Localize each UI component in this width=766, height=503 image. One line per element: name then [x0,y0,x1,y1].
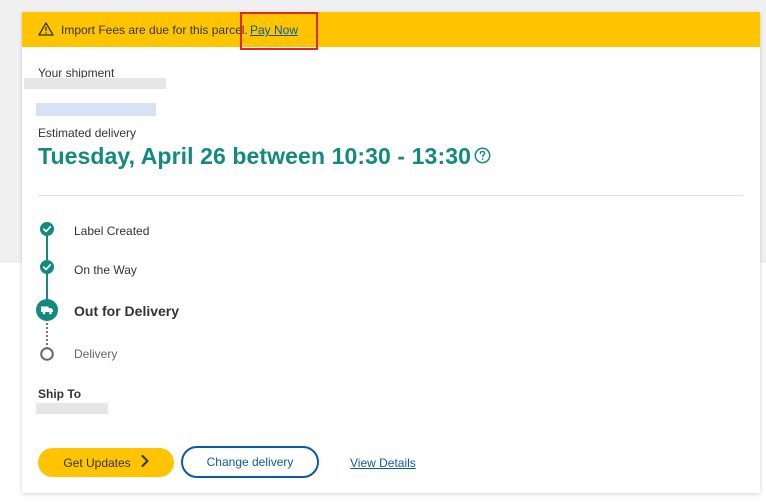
shipment-card: Import Fees are due for this parcel. Pay… [22,12,760,493]
get-updates-button[interactable]: Get Updates [38,448,174,477]
timeline-step-on-the-way: On the Way [74,263,137,277]
estimated-delivery-label: Estimated delivery [38,126,137,140]
help-icon[interactable] [474,147,491,169]
pay-now-highlight [240,12,318,50]
timeline-step-label-created: Label Created [74,224,150,238]
redacted-ship-to-address [36,403,108,414]
timeline-step-delivery: Delivery [74,347,118,361]
ship-to-label: Ship To [38,387,82,401]
delivery-truck-icon [36,299,58,326]
redacted-tracking-number [24,78,166,89]
import-fees-banner: Import Fees are due for this parcel. Pay… [22,12,760,47]
timeline-step-out-for-delivery: Out for Delivery [74,303,180,319]
warning-icon [38,22,54,39]
section-divider [38,195,743,196]
chevron-right-icon [141,455,149,470]
view-details-link[interactable]: View Details [350,456,416,470]
estimated-delivery-value: Tuesday, April 26 between 10:30 - 13:30 [38,143,471,169]
check-circle-icon [40,222,54,241]
change-delivery-button[interactable]: Change delivery [181,446,319,478]
empty-circle-icon [40,347,54,366]
check-circle-icon [40,260,54,279]
get-updates-label: Get Updates [63,455,131,470]
redacted-shipment-detail [36,103,156,116]
banner-message: Import Fees are due for this parcel. [61,23,248,37]
